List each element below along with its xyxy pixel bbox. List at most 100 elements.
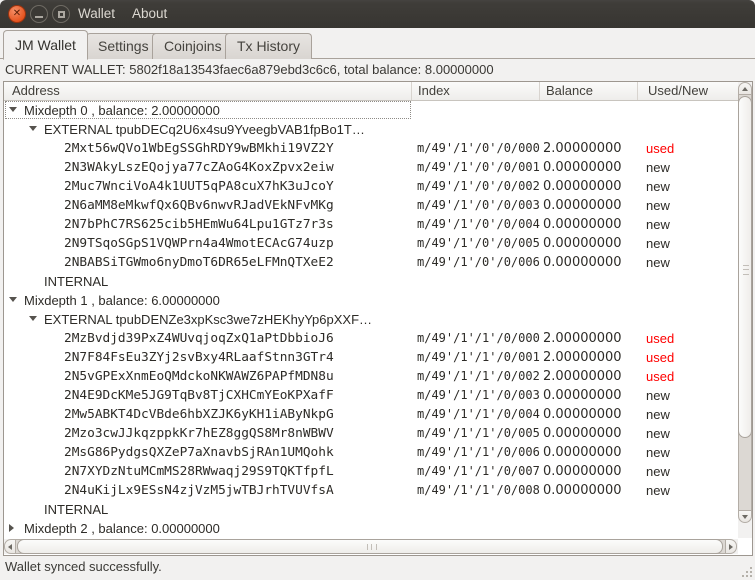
vertical-scrollbar[interactable] xyxy=(738,82,752,538)
tree-rows: Mixdepth 0 , balance: 2.00000000 EXTERNAL… xyxy=(4,101,738,538)
collapse-branch-icon[interactable] xyxy=(29,126,37,131)
tree-row-address[interactable]: 2MzBvdjd39PxZ4WUvqjoqZxQ1aPtDbbioJ6 m/49'… xyxy=(4,329,738,348)
column-header-address[interactable]: Address xyxy=(4,82,412,100)
tree-row-address[interactable]: 2N3WAkyLszEQojya77cZAoG4KoxZpvx2eiw m/49'… xyxy=(4,158,738,177)
tab-settings[interactable]: Settings xyxy=(86,33,161,59)
tree-row-address[interactable]: 2N6aMM8eMkwfQx6QBv6nwvRJadVEkNFvMKg m/49'… xyxy=(4,196,738,215)
app-window: ✕ Wallet About JM Wallet Settings Coinjo… xyxy=(0,0,755,580)
arrow-right-icon xyxy=(729,543,733,550)
index-cell: m/49'/1'/0'/0/003 xyxy=(417,198,540,212)
index-cell: m/49'/1'/1'/0/004 xyxy=(417,407,540,421)
address-cell: 2N4E9DcKMe5JG9TqBv8TjCXHCmYEoKPXafF xyxy=(64,388,334,403)
balance-cell: 2.00000000 xyxy=(543,350,622,365)
address-cell: 2Mzo3cwJJkqzppkKr7hEZ8ggQS8Mr8nWBWV xyxy=(64,426,334,441)
tab-coinjoins[interactable]: Coinjoins xyxy=(152,33,234,59)
column-header-used-new[interactable]: Used/New xyxy=(638,82,738,100)
tree-row-address[interactable]: 2Mzo3cwJJkqzppkKr7hEZ8ggQS8Mr8nWBWV m/49'… xyxy=(4,424,738,443)
tree-row-address[interactable]: 2N4E9DcKMe5JG9TqBv8TjCXHCmYEoKPXafF m/49'… xyxy=(4,386,738,405)
close-button[interactable]: ✕ xyxy=(8,5,26,23)
tree-row-address[interactable]: 2N5vGPExXnmEoQMdckoNKWAWZ6PAPfMDN8u m/49'… xyxy=(4,367,738,386)
tree-row-group[interactable]: EXTERNAL tpubDECq2U6x4su9YveegbVAB1fpBo1… xyxy=(4,120,738,139)
address-cell: 2Mw5ABKT4DcVBde6hbXZJK6yKH1iAByNkpG xyxy=(64,407,334,422)
tree-row-group[interactable]: Mixdepth 1 , balance: 6.00000000 xyxy=(4,291,738,310)
scroll-down-button[interactable] xyxy=(738,510,752,523)
address-cell: 2N7XYDzNtuMCmMS28RWwaqj29S9TQKTfpfL xyxy=(64,464,334,479)
address-cell: 2NBABSiTGWmo6nyDmoT6DR65eLFMnQTXeE2 xyxy=(64,255,334,270)
index-cell: m/49'/1'/1'/0/002 xyxy=(417,369,540,383)
group-label: EXTERNAL tpubDECq2U6x4su9YveegbVAB1fpBo1… xyxy=(44,122,365,137)
scroll-right-button[interactable] xyxy=(725,539,737,554)
tree-row-group[interactable]: INTERNAL xyxy=(4,272,738,291)
address-cell: 2N3WAkyLszEQojya77cZAoG4KoxZpvx2eiw xyxy=(64,160,334,175)
vertical-scroll-thumb[interactable] xyxy=(738,96,752,438)
group-label: EXTERNAL tpubDENZe3xpKsc3we7zHEKhyYp6pXX… xyxy=(44,312,373,327)
tab-tx-history[interactable]: Tx History xyxy=(225,33,312,59)
minimize-button[interactable] xyxy=(30,5,48,23)
index-cell: m/49'/1'/0'/0/000 xyxy=(417,141,540,155)
used-new-cell: used xyxy=(646,141,675,156)
tree-row-group[interactable]: Mixdepth 0 , balance: 2.00000000 xyxy=(4,101,738,120)
index-cell: m/49'/1'/1'/0/008 xyxy=(417,483,540,497)
address-cell: 2N5vGPExXnmEoQMdckoNKWAWZ6PAPfMDN8u xyxy=(64,369,334,384)
tree-row-address[interactable]: 2Mw5ABKT4DcVBde6hbXZJK6yKH1iAByNkpG m/49'… xyxy=(4,405,738,424)
horizontal-scroll-thumb[interactable] xyxy=(17,539,723,554)
used-new-cell: new xyxy=(646,179,670,194)
used-new-cell: new xyxy=(646,388,670,403)
index-cell: m/49'/1'/0'/0/005 xyxy=(417,236,540,250)
tree-row-address[interactable]: 2MsG86PydgsQXZeP7aXnavbSjRAn1UMQohk m/49'… xyxy=(4,443,738,462)
scroll-grip-icon xyxy=(743,265,749,275)
menu-about[interactable]: About xyxy=(126,0,173,28)
tree-row-address[interactable]: 2NBABSiTGWmo6nyDmoT6DR65eLFMnQTXeE2 m/49'… xyxy=(4,253,738,272)
used-new-cell: used xyxy=(646,369,675,384)
used-new-cell: new xyxy=(646,426,670,441)
tree-row-group[interactable]: EXTERNAL tpubDENZe3xpKsc3we7zHEKhyYp6pXX… xyxy=(4,310,738,329)
address-cell: 2Mxt56wQVo1WbEgSSGhRDY9wBMkhi19VZ2Y xyxy=(64,141,334,156)
balance-cell: 0.00000000 xyxy=(543,160,622,175)
tree-row-group[interactable]: INTERNAL xyxy=(4,500,738,519)
maximize-icon xyxy=(57,10,65,18)
close-icon: ✕ xyxy=(12,8,22,19)
address-cell: 2MzBvdjd39PxZ4WUvqjoqZxQ1aPtDbbioJ6 xyxy=(64,331,334,346)
tree-row-group[interactable]: Mixdepth 2 , balance: 0.00000000 xyxy=(4,519,738,538)
index-cell: m/49'/1'/1'/0/001 xyxy=(417,350,540,364)
column-header-index[interactable]: Index xyxy=(412,82,540,100)
tree-row-address[interactable]: 2N4uKijLx9ESsN4zjVzM5jwTBJrhTVUVfsA m/49'… xyxy=(4,481,738,500)
address-cell: 2Muc7WnciVoA4k1UUT5qPA8cuX7hK3uJcoY xyxy=(64,179,334,194)
resize-grip[interactable] xyxy=(740,565,752,577)
horizontal-scrollbar[interactable] xyxy=(4,539,738,554)
tree-row-address[interactable]: 2Muc7WnciVoA4k1UUT5qPA8cuX7hK3uJcoY m/49'… xyxy=(4,177,738,196)
tree-row-address[interactable]: 2N7F84FsEu3ZYj2svBxy4RLaafStnn3GTr4 m/49'… xyxy=(4,348,738,367)
group-label: Mixdepth 0 , balance: 2.00000000 xyxy=(24,103,220,118)
tree-row-address[interactable]: 2N7bPhC7RS625cib5HEmWu64Lpu1GTz7r3s m/49'… xyxy=(4,215,738,234)
arrow-left-icon xyxy=(8,543,12,550)
collapse-branch-icon[interactable] xyxy=(29,316,37,321)
balance-cell: 0.00000000 xyxy=(543,445,622,460)
group-label: INTERNAL xyxy=(44,502,109,517)
current-wallet-summary: CURRENT WALLET: 5802f18a13543faec6a879eb… xyxy=(5,62,494,77)
address-cell: 2N9TSqoSGpS1VQWPrn4a4WmotECAcG74uzp xyxy=(64,236,334,251)
arrow-down-icon xyxy=(742,514,748,519)
titlebar: ✕ Wallet About xyxy=(0,0,755,28)
expand-branch-icon[interactable] xyxy=(9,524,14,532)
tab-jm-wallet[interactable]: JM Wallet xyxy=(3,30,88,60)
index-cell: m/49'/1'/1'/0/005 xyxy=(417,426,540,440)
balance-cell: 0.00000000 xyxy=(543,407,622,422)
index-cell: m/49'/1'/1'/0/007 xyxy=(417,464,540,478)
column-header-balance[interactable]: Balance xyxy=(540,82,638,100)
address-cell: 2N7F84FsEu3ZYj2svBxy4RLaafStnn3GTr4 xyxy=(64,350,334,365)
tree-row-address[interactable]: 2Mxt56wQVo1WbEgSSGhRDY9wBMkhi19VZ2Y m/49'… xyxy=(4,139,738,158)
balance-cell: 0.00000000 xyxy=(543,236,622,251)
balance-cell: 0.00000000 xyxy=(543,179,622,194)
balance-cell: 0.00000000 xyxy=(543,217,622,232)
tree-row-address[interactable]: 2N9TSqoSGpS1VQWPrn4a4WmotECAcG74uzp m/49'… xyxy=(4,234,738,253)
scroll-left-button[interactable] xyxy=(4,539,16,554)
collapse-branch-icon[interactable] xyxy=(9,297,17,302)
balance-cell: 2.00000000 xyxy=(543,141,622,156)
collapse-branch-icon[interactable] xyxy=(9,107,17,112)
menu-wallet[interactable]: Wallet xyxy=(72,0,121,28)
scroll-up-button[interactable] xyxy=(738,82,752,95)
used-new-cell: used xyxy=(646,350,675,365)
index-cell: m/49'/1'/1'/0/000 xyxy=(417,331,540,345)
tree-row-address[interactable]: 2N7XYDzNtuMCmMS28RWwaqj29S9TQKTfpfL m/49'… xyxy=(4,462,738,481)
maximize-button[interactable] xyxy=(52,5,70,23)
